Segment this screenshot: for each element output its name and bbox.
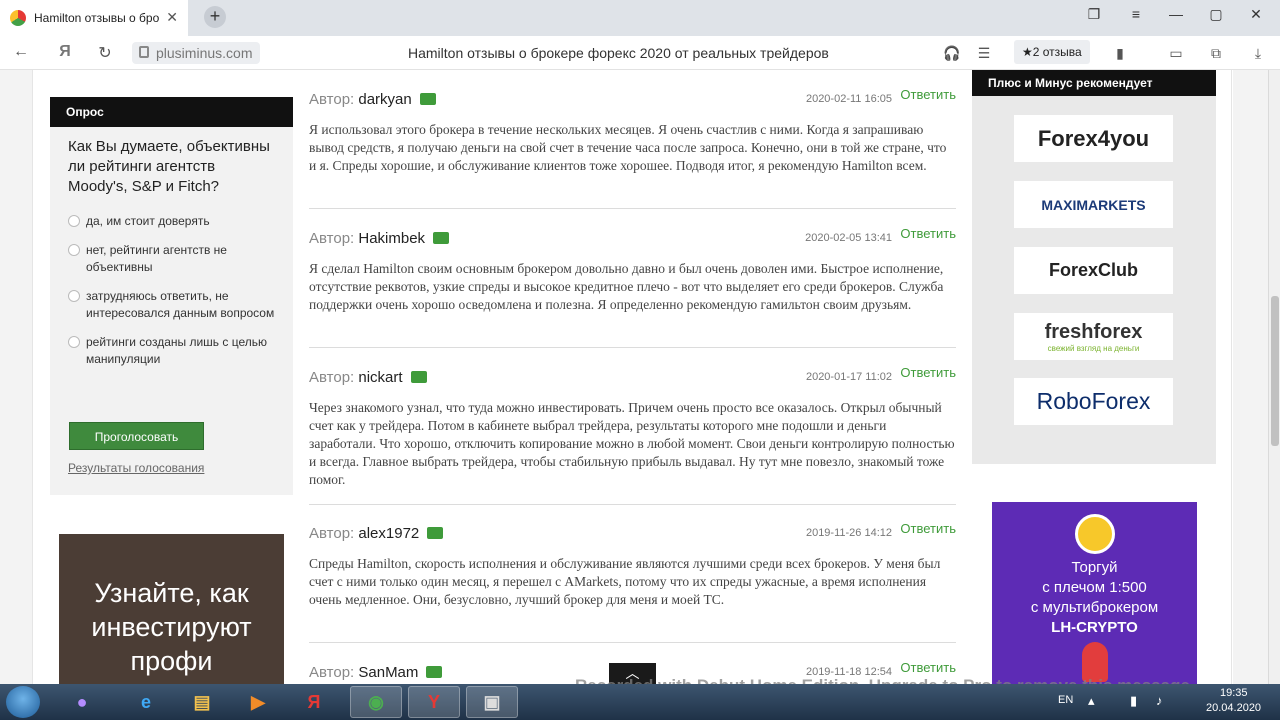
recommend-header: Плюс и Минус рекомендует [972, 70, 1216, 96]
explorer-icon[interactable]: ▤ [176, 686, 228, 718]
poll-option[interactable]: затрудняюсь ответить, не интересовался д… [50, 288, 293, 322]
comment-date: 2020-02-11 16:05 [805, 93, 892, 105]
comment-author: Автор: darkyan [309, 91, 436, 108]
taskbar: ● e ▤ ▶ Я ◉ Y ▣ EN ▴ ▮ ♪ 19:35 20.04.202… [0, 684, 1280, 720]
url-text: plusiminus.com [156, 45, 253, 61]
minimize-icon[interactable]: — [1164, 6, 1188, 22]
bookmark-icon[interactable]: ▮ [1110, 45, 1130, 62]
radio-icon[interactable] [68, 336, 80, 348]
browser-tab[interactable]: Hamilton отзывы о бро ✕ [0, 0, 188, 36]
comment-divider [309, 504, 956, 505]
debut-recorder-icon[interactable]: ▣ [466, 686, 518, 718]
comment-text: Я сделал Hamilton своим основным брокеро… [309, 261, 944, 312]
tab-title: Hamilton отзывы о бро [34, 11, 160, 25]
close-window-icon[interactable]: ✕ [1244, 6, 1268, 23]
comment-text: Спреды Hamilton, скорость исполнения и о… [309, 556, 941, 607]
smiley-icon [1074, 514, 1115, 554]
reply-link[interactable]: Ответить [900, 87, 956, 102]
poll-results-link[interactable]: Результаты голосования [68, 461, 204, 475]
reply-link[interactable]: Ответить [900, 226, 956, 241]
volume-icon[interactable]: ♪ [1156, 693, 1163, 708]
media-player-icon[interactable]: ▶ [232, 686, 284, 718]
poll-header: Опрос [50, 97, 293, 127]
page-title: Hamilton отзывы о брокере форекс 2020 от… [408, 45, 829, 61]
comment-date: 2020-02-05 13:41 [805, 232, 892, 244]
radio-icon[interactable] [68, 215, 80, 227]
url-field[interactable]: plusiminus.com [132, 42, 261, 64]
alice-icon[interactable]: ● [56, 686, 108, 718]
reply-link[interactable]: Ответить [900, 365, 956, 380]
poll-option[interactable]: рейтинги созданы лишь с целью манипуляци… [50, 334, 293, 368]
comment-bubble-icon[interactable] [433, 232, 450, 244]
radio-icon[interactable] [68, 290, 80, 302]
yandex-browser-icon[interactable]: Y [408, 686, 460, 718]
scrollbar-thumb[interactable] [1271, 296, 1279, 446]
poll-widget: Опрос Как Вы думаете, объективны ли рейт… [50, 97, 293, 495]
poll-question: Как Вы думаете, объективны ли рейтинги а… [68, 138, 270, 195]
forex4you-logo[interactable]: Forex4you [1014, 115, 1173, 162]
download-icon[interactable]: ⤓ [1248, 45, 1268, 62]
comment-divider [309, 642, 956, 643]
comment-divider [309, 347, 956, 348]
comment-divider [309, 208, 956, 209]
site-favicon-icon [10, 10, 26, 26]
comment-date: 2019-11-26 14:12 [805, 527, 892, 539]
start-button[interactable] [6, 686, 40, 718]
yandex-icon[interactable]: Я [54, 43, 76, 61]
lh-crypto-banner[interactable]: Торгуй с плечом 1:500 с мультиброкером L… [992, 502, 1197, 684]
invest-banner[interactable]: Узнайте, как инвестируют профи [59, 534, 284, 684]
lock-icon [139, 46, 149, 58]
page-margin-right [1233, 70, 1268, 684]
comment-author: Автор: SanMam [309, 664, 443, 681]
battery-icon[interactable]: ▭ [1166, 45, 1186, 62]
headphones-icon[interactable]: 🎧 [942, 45, 962, 62]
close-tab-icon[interactable]: ✕ [166, 9, 178, 26]
comment-bubble-icon[interactable] [419, 93, 436, 105]
yandex-taskbar-icon[interactable]: Я [288, 686, 340, 718]
freshforex-logo[interactable]: freshforex свежий взгляд на деньги [1014, 313, 1173, 360]
share-icon[interactable]: ⧉ [1206, 45, 1226, 62]
vote-button[interactable]: Проголосовать [69, 422, 204, 450]
restore-icon[interactable]: ▢ [1204, 6, 1228, 23]
address-bar: ← Я ↻ plusiminus.com Hamilton отзывы о б… [0, 36, 1280, 70]
page-margin-left [0, 70, 32, 684]
comment-text: Я использовал этого брокера в течение не… [309, 122, 947, 173]
tab-bar: Hamilton отзывы о бро ✕ + ❐ ≡ — ▢ ✕ [0, 0, 1280, 36]
back-icon[interactable]: ← [10, 43, 32, 61]
clock-time[interactable]: 19:35 [1220, 687, 1248, 699]
tray-expand-icon[interactable]: ▴ [1088, 693, 1095, 709]
roboforex-logo[interactable]: RoboForex [1014, 378, 1173, 425]
clock-date[interactable]: 20.04.2020 [1206, 702, 1261, 714]
comment-bubble-icon[interactable] [426, 666, 443, 678]
scrollbar[interactable] [1268, 70, 1280, 684]
comment-bubble-icon[interactable] [427, 527, 444, 539]
reply-link[interactable]: Ответить [900, 521, 956, 536]
menu-icon[interactable]: ≡ [1124, 6, 1148, 22]
recommend-widget: Плюс и Минус рекомендует Forex4you MAXIM… [972, 70, 1216, 464]
comment-author: Автор: alex1972 [309, 525, 444, 542]
poll-option[interactable]: нет, рейтинги агентств не объективны [50, 242, 293, 276]
maximarkets-logo[interactable]: MAXIMARKETS [1014, 181, 1173, 228]
network-icon[interactable]: ▮ [1130, 693, 1137, 709]
chrome-icon[interactable]: ◉ [350, 686, 402, 718]
ie-icon[interactable]: e [120, 686, 172, 718]
reload-icon[interactable]: ↻ [94, 43, 116, 63]
comment-author: Автор: Hakimbek [309, 230, 450, 247]
forexclub-logo[interactable]: ForexClub [1014, 247, 1173, 294]
comment-date: 2020-01-17 11:02 [805, 371, 892, 383]
radio-icon[interactable] [68, 244, 80, 256]
reader-icon[interactable]: ☰ [974, 45, 994, 62]
poll-option[interactable]: да, им стоит доверять [50, 213, 293, 230]
reviews-button[interactable]: ★2 отзыва [1014, 40, 1090, 64]
tabs-icon[interactable]: ❐ [1082, 6, 1106, 23]
comment-text: Через знакомого узнал, что туда можно ин… [309, 400, 955, 487]
language-indicator[interactable]: EN [1058, 694, 1073, 706]
comment-author: Автор: nickart [309, 369, 427, 386]
comment-bubble-icon[interactable] [410, 371, 427, 383]
reply-link[interactable]: Ответить [900, 660, 956, 675]
new-tab-button[interactable]: + [204, 6, 226, 28]
